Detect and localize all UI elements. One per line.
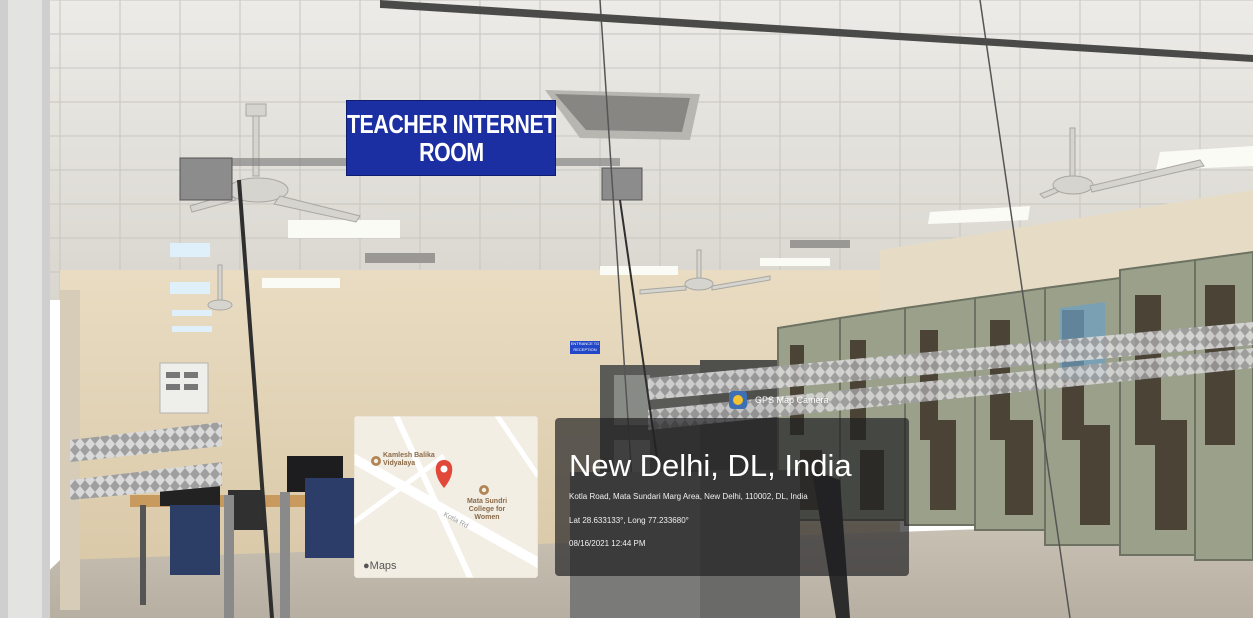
map-thumbnail: Kamlesh Balika Vidyalaya Mata Sundri Col… (354, 416, 538, 578)
location-coordinates: Lat 28.633133°, Long 77.233680° (569, 516, 689, 525)
capture-datetime: 08/16/2021 12:44 PM (569, 539, 646, 548)
maps-attribution: ●Maps (363, 560, 397, 572)
map-label-school: Kamlesh Balika Vidyalaya (383, 452, 435, 467)
location-address: Kotla Road, Mata Sundari Marg Area, New … (569, 492, 808, 501)
location-city: New Delhi, DL, India (569, 448, 852, 483)
sign-line-2: ROOM (418, 137, 484, 167)
map-label-college: Mata Sundri College for Women (466, 498, 508, 521)
maps-attribution-text: Maps (369, 560, 397, 572)
apple-logo-icon: ● (363, 560, 370, 572)
gps-map-camera-icon (729, 391, 747, 409)
gps-app-name: GPS Map Camera (755, 395, 829, 405)
teacher-internet-room-sign: TEACHER INTERNET ROOM (346, 100, 556, 176)
gps-app-badge: GPS Map Camera (729, 391, 829, 409)
sign-line-1: TEACHER INTERNET (346, 109, 556, 139)
ceiling-light (288, 220, 400, 238)
wall-notice: ENTRANCE TO RECEPTION (570, 341, 600, 354)
gps-info-card: New Delhi, DL, India Kotla Road, Mata Su… (555, 418, 909, 576)
map-graphic (354, 416, 538, 578)
